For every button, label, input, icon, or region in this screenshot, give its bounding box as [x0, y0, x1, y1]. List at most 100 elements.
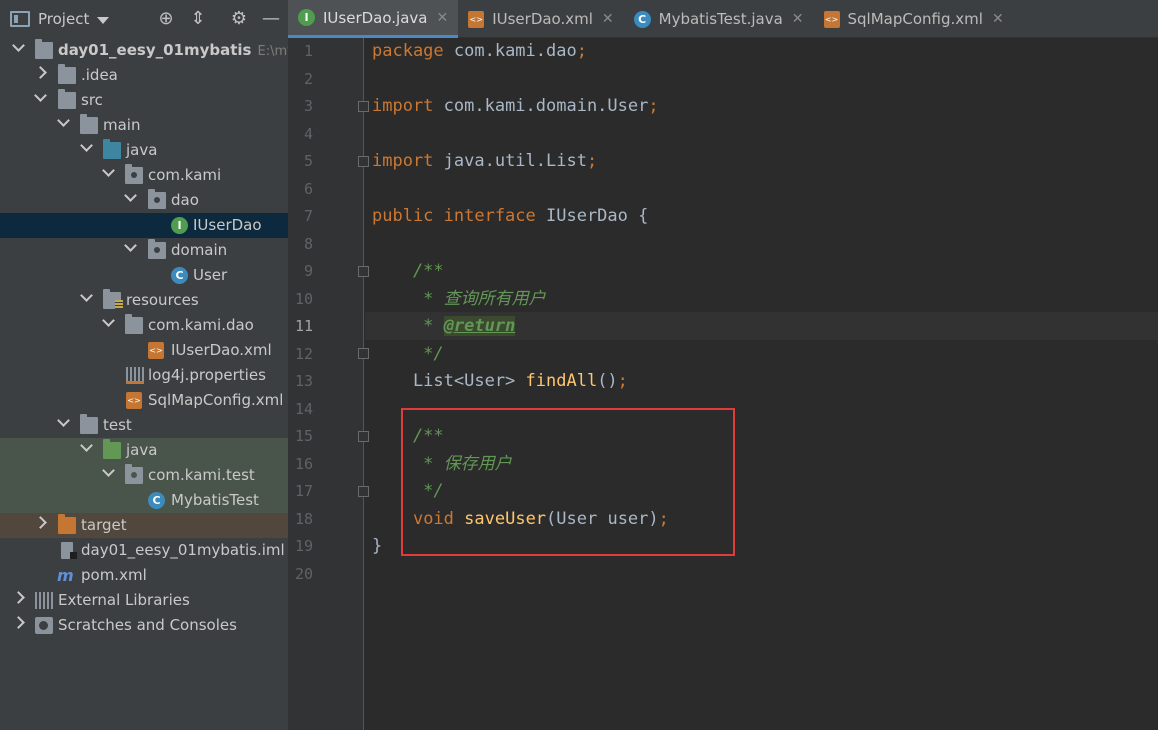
code-line-7: public interface IUserDao { — [372, 203, 648, 231]
tree-item-log4j[interactable]: log4j.properties — [0, 363, 288, 388]
line-number: 18 — [294, 509, 313, 528]
tree-item-com-kami[interactable]: com.kami — [0, 163, 288, 188]
fold-marker-icon[interactable] — [358, 348, 369, 359]
interface-icon: I — [298, 9, 315, 26]
tree-item-sqlmapconfig[interactable]: <> SqlMapConfig.xml — [0, 388, 288, 413]
package-icon — [148, 239, 166, 259]
expand-arrow-icon[interactable] — [78, 438, 94, 463]
code-line-3: import com.kami.domain.User; — [372, 93, 659, 121]
fold-marker-icon[interactable] — [358, 156, 369, 167]
line-number: 19 — [294, 537, 313, 555]
tree-item-scratches[interactable]: Scratches and Consoles — [0, 613, 288, 638]
resources-folder-icon — [103, 289, 123, 309]
code-line-9: /** — [372, 261, 444, 281]
expand-arrow-icon[interactable] — [122, 238, 138, 263]
tree-item-test-java[interactable]: java — [0, 438, 288, 463]
line-number: 6 — [303, 179, 313, 198]
tab-label: IUserDao.java — [323, 8, 428, 27]
tree-item-resources[interactable]: resources — [0, 288, 288, 313]
keyword: package — [372, 41, 444, 61]
expand-arrow-icon[interactable] — [32, 63, 48, 88]
tab-label: IUserDao.xml — [492, 10, 593, 28]
gear-icon[interactable]: ⚙ — [229, 9, 249, 29]
expand-arrow-icon[interactable] — [78, 138, 94, 163]
tree-item-external-libraries[interactable]: External Libraries — [0, 588, 288, 613]
code-text: com.kami.domain.User — [433, 96, 649, 116]
line-number-gutter[interactable]: 1 2 3 4 5 6 7 8 9 10 11 12 13 14 15 16 1… — [288, 38, 369, 730]
expand-arrow-icon[interactable] — [100, 313, 116, 338]
code-line-19: } — [372, 536, 383, 556]
tree-item-domain[interactable]: domain — [0, 238, 288, 263]
expand-arrow-icon[interactable] — [55, 113, 71, 138]
tab-iuserdao-xml[interactable]: <> IUserDao.xml ✕ — [458, 0, 623, 38]
expand-arrow-icon[interactable] — [78, 288, 94, 313]
project-view-dropdown[interactable]: Project — [38, 10, 89, 28]
close-icon[interactable]: ✕ — [602, 11, 614, 27]
fold-marker-icon[interactable] — [358, 431, 369, 442]
expand-arrow-icon[interactable] — [10, 613, 26, 638]
comment-text: * — [372, 316, 444, 336]
expand-arrow-icon[interactable] — [10, 38, 26, 63]
method-name: findAll — [525, 371, 598, 391]
code-line-5: import java.util.List; — [372, 148, 597, 176]
tree-item-idea[interactable]: .idea — [0, 63, 288, 88]
tree-item-target[interactable]: target — [0, 513, 288, 538]
expand-arrow-icon[interactable] — [10, 588, 26, 613]
tree-item-dao[interactable]: dao — [0, 188, 288, 213]
tree-item-label: IUserDao — [193, 216, 262, 234]
class-icon: C — [171, 267, 188, 284]
tree-item-test[interactable]: test — [0, 413, 288, 438]
fold-marker-icon[interactable] — [358, 486, 369, 497]
package-icon — [125, 164, 143, 184]
collapse-all-icon[interactable]: ⇕ — [188, 9, 208, 29]
locate-file-icon[interactable]: ⊕ — [156, 9, 176, 29]
expand-arrow-icon[interactable] — [55, 413, 71, 438]
expand-arrow-icon[interactable] — [100, 163, 116, 188]
tree-item-com-kami-dao[interactable]: com.kami.dao — [0, 313, 288, 338]
tree-item-iuserdao-xml[interactable]: <> IUserDao.xml — [0, 338, 288, 363]
tree-item-label: src — [81, 91, 103, 109]
chevron-down-icon[interactable] — [97, 16, 110, 24]
tree-item-label: Scratches and Consoles — [58, 616, 237, 634]
tree-item-mybatistest[interactable]: C MybatisTest — [0, 488, 288, 513]
expand-arrow-icon[interactable] — [32, 88, 48, 113]
tree-item-java[interactable]: java — [0, 138, 288, 163]
semicolon: ; — [586, 151, 598, 171]
line-number: 8 — [303, 234, 313, 253]
tree-item-module[interactable]: day01_eesy_01mybatisE:\myW — [0, 38, 288, 63]
annotation-highlight-box — [401, 408, 735, 556]
close-icon[interactable]: ✕ — [436, 10, 448, 26]
tab-sqlmapconfig-xml[interactable]: <> SqlMapConfig.xml ✕ — [814, 0, 1014, 38]
tree-item-iuserdao[interactable]: I IUserDao — [0, 213, 288, 238]
class-icon: C — [633, 10, 651, 28]
expand-arrow-icon[interactable] — [122, 188, 138, 213]
code-text: IUserDao { — [535, 206, 649, 226]
tab-mybatistest-java[interactable]: C MybatisTest.java ✕ — [624, 0, 814, 38]
tree-item-src[interactable]: src — [0, 88, 288, 113]
tree-item-label: day01_eesy_01mybatis.iml — [81, 541, 285, 559]
project-panel-header: Project ⊕ ⇕ ⚙ — — [0, 0, 288, 38]
tab-iuserdao-java[interactable]: I IUserDao.java ✕ — [288, 0, 459, 38]
tree-item-label: resources — [126, 291, 199, 309]
tree-item-main[interactable]: main — [0, 113, 288, 138]
expand-arrow-icon[interactable] — [100, 463, 116, 488]
project-panel: Project ⊕ ⇕ ⚙ — day01_eesy_01mybatis E:\m… — [0, 0, 288, 730]
tree-item-pom[interactable]: m pom.xml — [0, 563, 288, 588]
code-editor[interactable]: 1 2 3 4 5 6 7 8 9 10 11 12 13 14 15 16 1… — [288, 38, 1158, 730]
close-icon[interactable]: ✕ — [992, 11, 1004, 27]
fold-marker-icon[interactable] — [358, 266, 369, 277]
hide-panel-icon[interactable]: — — [261, 9, 281, 29]
code-text: () — [597, 371, 618, 391]
line-number: 12 — [294, 344, 313, 363]
tree-item-com-kami-test[interactable]: com.kami.test — [0, 463, 288, 488]
tree-item-label: SqlMapConfig.xml — [148, 391, 284, 409]
libraries-icon — [35, 592, 53, 609]
tree-item-iml[interactable]: day01_eesy_01mybatis.iml — [0, 538, 288, 563]
expand-arrow-icon[interactable] — [32, 513, 48, 538]
close-icon[interactable]: ✕ — [792, 11, 804, 27]
interface-icon: I — [171, 217, 188, 234]
line-number: 1 — [303, 42, 313, 60]
fold-marker-icon[interactable] — [358, 101, 369, 112]
tree-item-user[interactable]: C User — [0, 263, 288, 288]
tree-item-label: IUserDao.xml — [171, 341, 272, 359]
